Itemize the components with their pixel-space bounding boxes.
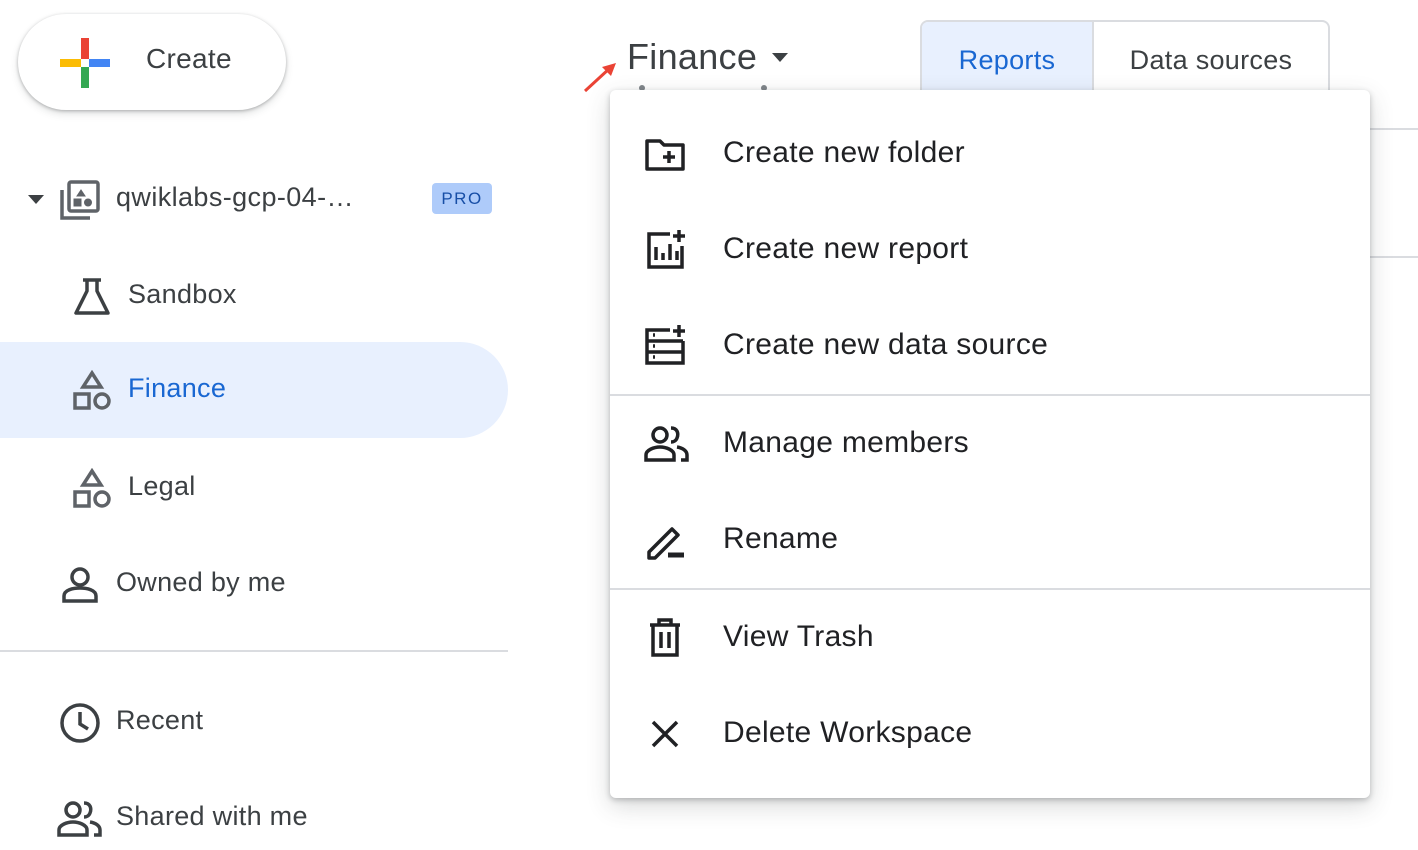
- tab-data-sources[interactable]: Data sources: [1094, 22, 1328, 98]
- menu-item-label: Create new data source: [723, 328, 1049, 361]
- menu-item-label: Delete Workspace: [723, 716, 973, 749]
- annotation-arrow-icon: [580, 58, 620, 94]
- view-tabs: Reports Data sources: [920, 20, 1330, 100]
- sidebar-item-finance[interactable]: Finance: [0, 342, 508, 438]
- create-button[interactable]: Create: [18, 14, 286, 110]
- menu-item-create-data-source[interactable]: Create new data source: [610, 298, 1370, 394]
- people-icon: [57, 798, 102, 840]
- sidebar-item-recent[interactable]: Recent: [0, 674, 508, 770]
- content-divider: [1370, 256, 1418, 258]
- content-divider: [1370, 128, 1418, 130]
- sidebar-item-legal[interactable]: Legal: [0, 440, 508, 536]
- folder-add-icon: [644, 133, 686, 175]
- menu-item-rename[interactable]: Rename: [610, 492, 1370, 588]
- menu-item-view-trash[interactable]: View Trash: [610, 590, 1370, 686]
- tab-reports[interactable]: Reports: [922, 22, 1094, 98]
- sidebar-item-sandbox[interactable]: Sandbox: [0, 248, 508, 344]
- people-icon: [644, 423, 689, 465]
- pencil-icon: [644, 519, 686, 561]
- menu-item-label: Manage members: [723, 426, 969, 459]
- sidebar-item-label: Legal: [128, 471, 196, 501]
- close-icon: [644, 713, 686, 755]
- menu-item-create-folder[interactable]: Create new folder: [610, 106, 1370, 202]
- clock-icon: [59, 702, 101, 744]
- menu-item-create-report[interactable]: Create new report: [610, 202, 1370, 298]
- menu-item-delete-workspace[interactable]: Delete Workspace: [610, 686, 1370, 782]
- menu-item-label: Rename: [723, 522, 839, 555]
- person-icon: [59, 564, 101, 606]
- pro-badge: PRO: [432, 183, 492, 214]
- page: Create qwiklabs-gcp-04-… PRO Sandbox Fin…: [0, 0, 1418, 850]
- sidebar-divider: [0, 650, 508, 652]
- sidebar: Create qwiklabs-gcp-04-… PRO Sandbox Fin…: [0, 0, 510, 850]
- create-button-label: Create: [146, 43, 232, 74]
- sidebar-item-owned-by-me[interactable]: Owned by me: [0, 536, 508, 632]
- shapes-icon: [71, 468, 113, 510]
- sidebar-item-label: Recent: [116, 705, 204, 735]
- chart-add-icon: [644, 229, 686, 271]
- workspace-menu: Create new folder Create new report Crea…: [610, 90, 1370, 798]
- menu-item-label: View Trash: [723, 620, 874, 653]
- sidebar-item-label: Finance: [128, 373, 227, 403]
- workspace-icon: [58, 180, 100, 222]
- workspace-name: qwiklabs-gcp-04-…: [116, 182, 354, 212]
- menu-item-label: Create new report: [723, 232, 969, 265]
- sidebar-item-label: Shared with me: [116, 801, 308, 831]
- sidebar-item-label: Owned by me: [116, 567, 286, 597]
- trash-icon: [644, 617, 686, 659]
- flask-icon: [71, 276, 113, 318]
- menu-item-label: Create new folder: [723, 136, 965, 169]
- datasource-add-icon: [644, 325, 686, 367]
- plus-icon: [60, 38, 110, 88]
- menu-item-manage-members[interactable]: Manage members: [610, 396, 1370, 492]
- shapes-icon: [71, 370, 113, 412]
- sidebar-item-shared-with-me[interactable]: Shared with me: [0, 770, 508, 850]
- workspace-row[interactable]: qwiklabs-gcp-04-… PRO: [0, 168, 510, 232]
- caret-down-icon[interactable]: [770, 52, 790, 64]
- caret-down-icon[interactable]: [26, 194, 46, 206]
- page-title[interactable]: Finance: [627, 36, 757, 78]
- sidebar-item-label: Sandbox: [128, 279, 237, 309]
